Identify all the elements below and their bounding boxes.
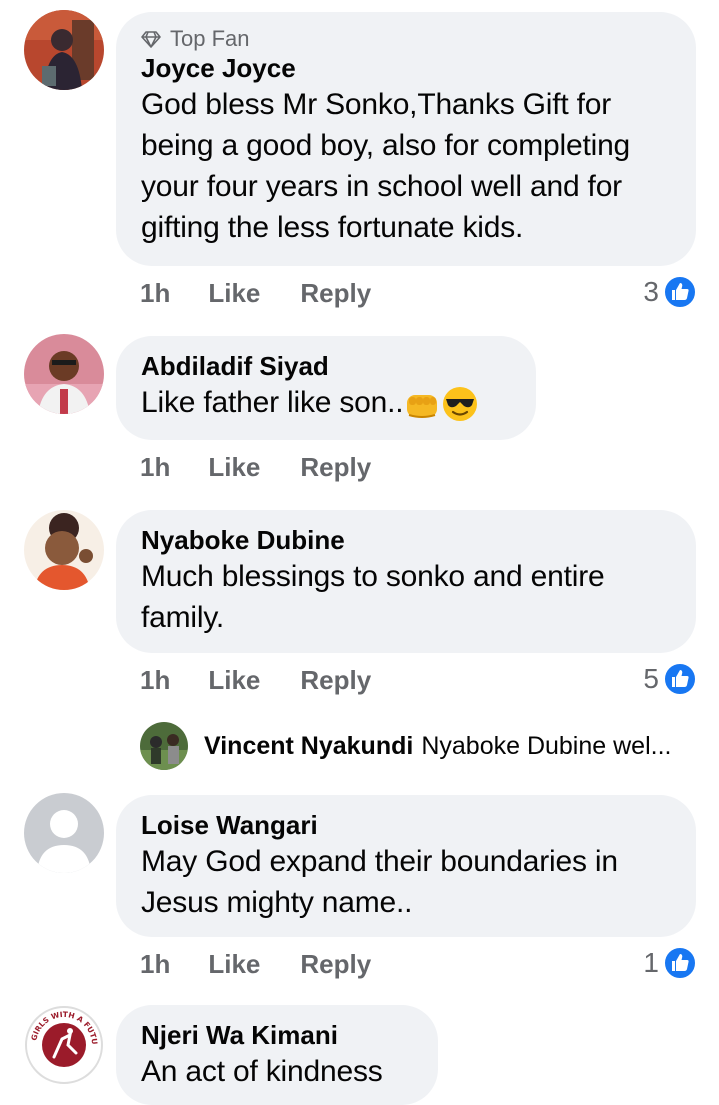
reaction-count[interactable]: 5 [643,662,697,696]
commenter-name[interactable]: Abdiladif Siyad [141,350,511,382]
like-reaction-icon [663,275,697,309]
like-button[interactable]: Like [208,949,260,980]
comment-line: Like father like son.. [141,386,404,419]
like-reaction-icon [663,662,697,696]
timestamp[interactable]: 1h [140,665,170,696]
avatar[interactable] [24,334,104,414]
comment-line: God bless Mr Sonko,Thanks Gift for [141,88,612,121]
commenter-name[interactable]: Njeri Wa Kimani [141,1019,413,1051]
avatar[interactable] [24,510,104,590]
commenter-name[interactable]: Joyce Joyce [141,52,671,84]
comment-line: Much blessings to sonko and entire [141,560,605,593]
timestamp[interactable]: 1h [140,278,170,309]
comment-bubble: Njeri Wa Kimani An act of kindness [116,1005,438,1105]
commenter-name[interactable]: Loise Wangari [141,809,671,841]
comment-line: gifting the less fortunate kids. [141,211,524,244]
like-button[interactable]: Like [208,665,260,696]
reply-button[interactable]: Reply [300,278,371,309]
comment-text: May God expand their boundaries in Jesus… [141,841,671,923]
sunglasses-emoji [443,387,478,422]
timestamp[interactable]: 1h [140,949,170,980]
comment-text: God bless Mr Sonko,Thanks Gift for being… [141,84,671,248]
comment-bubble: Nyaboke Dubine Much blessings to sonko a… [116,510,696,653]
reaction-count[interactable]: 3 [643,275,697,309]
reply-author[interactable]: Vincent Nyakundi [204,732,413,761]
reply-button[interactable]: Reply [300,665,371,696]
comment-text: An act of kindness [141,1051,413,1092]
comment-bubble: Top Fan Joyce Joyce God bless Mr Sonko,T… [116,12,696,266]
comment-line: May God expand their boundaries in [141,845,618,878]
commenter-name[interactable]: Nyaboke Dubine [141,524,671,556]
comment-text: Much blessings to sonko and entire famil… [141,556,671,638]
diamond-icon [141,31,161,48]
comment-text: Like father like son.. [141,382,511,423]
reply-text: Nyaboke Dubine wel... [421,731,672,760]
comment-actions: 1h Like Reply [140,946,371,982]
comment-actions: 1h Like Reply [140,275,371,311]
reaction-number: 5 [643,663,659,694]
reply-button[interactable]: Reply [300,949,371,980]
like-button[interactable]: Like [208,278,260,309]
reaction-number: 3 [643,276,659,307]
comment-line: An act of kindness [141,1055,383,1088]
avatar[interactable]: GIRLS WITH A FUTURE [24,1005,104,1085]
avatar[interactable] [140,722,188,770]
comment-line: Jesus mighty name.. [141,886,413,919]
reply-button[interactable]: Reply [300,452,371,483]
like-button[interactable]: Like [208,452,260,483]
avatar[interactable] [24,10,104,90]
badge-label: Top Fan [170,26,250,51]
comment-line: family. [141,601,225,634]
reaction-number: 1 [643,947,659,978]
like-reaction-icon [663,946,697,980]
comment-actions: 1h Like Reply [140,449,371,485]
comment-actions: 1h Like Reply [140,662,371,698]
avatar[interactable] [24,793,104,873]
comment-bubble: Abdiladif Siyad Like father like son.. [116,336,536,440]
reaction-count[interactable]: 1 [643,946,697,980]
comment-bubble: Loise Wangari May God expand their bound… [116,795,696,937]
fist-emoji [407,395,438,419]
comment-line: being a good boy, also for completing [141,129,631,162]
timestamp[interactable]: 1h [140,452,170,483]
reply-preview[interactable]: Vincent Nyakundi Nyaboke Dubine wel... [140,720,671,772]
comment-line: your four years in school well and for [141,170,622,203]
top-fan-badge: Top Fan [141,26,671,52]
